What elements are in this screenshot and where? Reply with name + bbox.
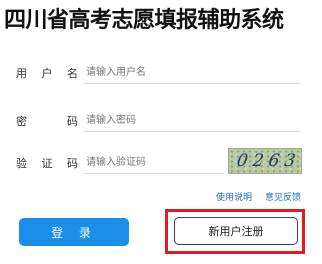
captcha-code: 0263 [235, 151, 302, 171]
captcha-image[interactable]: 0263 [228, 148, 302, 174]
password-input[interactable] [84, 106, 300, 132]
username-label-char: 用 [16, 67, 27, 80]
username-input[interactable] [84, 58, 300, 84]
captcha-row: 验 证 码 0263 [0, 148, 322, 178]
captcha-label-char: 码 [67, 157, 78, 170]
username-label: 用 户 名 [16, 65, 78, 81]
feedback-link[interactable]: 意见反馈 [265, 190, 301, 203]
help-links: 使用说明 意见反馈 [0, 190, 322, 204]
captcha-input[interactable] [84, 148, 224, 174]
captcha-label: 验 证 码 [16, 155, 78, 171]
username-label-char: 名 [67, 67, 78, 80]
login-button[interactable]: 登 录 [19, 218, 129, 246]
usage-guide-link[interactable]: 使用说明 [216, 190, 252, 203]
captcha-label-char: 验 [16, 157, 27, 170]
password-label-char: 码 [67, 115, 78, 128]
username-label-char: 户 [41, 67, 53, 80]
password-label-char: 密 [16, 115, 27, 128]
password-label: 密 码 [16, 113, 78, 129]
password-row: 密 码 [0, 106, 322, 136]
register-button[interactable]: 新用户注册 [174, 217, 298, 245]
username-row: 用 户 名 [0, 58, 322, 88]
page-title: 四川省高考志愿填报辅助系统 [4, 8, 284, 33]
captcha-label-char: 证 [41, 157, 53, 170]
